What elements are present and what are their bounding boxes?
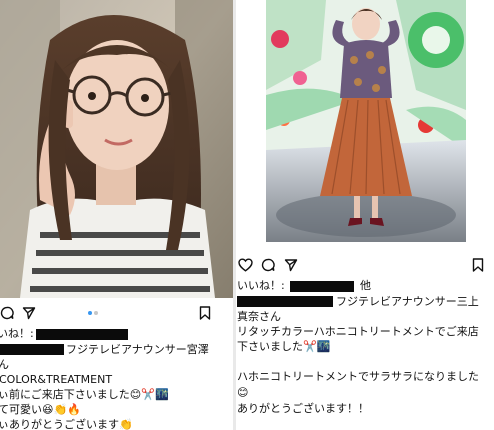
bookmark-icon[interactable] bbox=[199, 306, 211, 320]
redaction-bar bbox=[0, 344, 64, 355]
caption-line: て可愛い😆👏🔥 bbox=[0, 403, 81, 416]
heart-icon[interactable] bbox=[238, 258, 253, 272]
caption-line: ぃ前にご来店下さいました😊✂️🌃 bbox=[0, 388, 169, 401]
caption-line: リタッチカラーハホニコトリートメントでご来店 bbox=[237, 325, 479, 338]
left-post-photo[interactable] bbox=[0, 0, 233, 298]
likes-label: いいね！: bbox=[237, 279, 285, 292]
right-instagram-post: いいね！: 他 フジテレビアナウンサー三上 真奈さん リタッチカラーハホニコトリ… bbox=[236, 0, 494, 430]
redaction-bar bbox=[237, 296, 333, 307]
caption-line: フジテレビアナウンサー宮澤 bbox=[66, 343, 209, 356]
caption-line: 下さいました✂️🌃 bbox=[237, 340, 331, 353]
carousel-dot-active bbox=[88, 311, 92, 315]
caption-line: ありがとうございます！！ bbox=[237, 402, 369, 415]
share-icon[interactable] bbox=[22, 306, 36, 320]
caption-line: フジテレビアナウンサー三上 bbox=[336, 295, 479, 308]
comment-icon[interactable] bbox=[0, 306, 14, 320]
carousel-dot bbox=[94, 311, 98, 315]
share-icon[interactable] bbox=[284, 258, 298, 272]
caption-line: 真奈さん bbox=[237, 310, 281, 323]
redaction-bar bbox=[36, 329, 128, 340]
caption-line: ん bbox=[0, 358, 9, 371]
bookmark-icon[interactable] bbox=[472, 258, 484, 272]
caption-line: 😊 bbox=[237, 386, 249, 399]
likes-others-label: 他 bbox=[360, 279, 371, 292]
comment-icon[interactable] bbox=[261, 258, 275, 272]
left-instagram-post: いね！: フジテレビアナウンサー宮澤 ん COLOR&TREATMENT ぃ前に… bbox=[0, 0, 233, 430]
likes-label: いね！: bbox=[0, 327, 34, 340]
right-post-photo[interactable] bbox=[266, 0, 466, 242]
caption-line: COLOR&TREATMENT bbox=[0, 373, 113, 386]
caption-line: ハホニコトリートメントでサラサラになりました bbox=[237, 370, 479, 383]
redaction-bar bbox=[290, 281, 354, 292]
caption-line: ぃありがとうございます👏 bbox=[0, 418, 133, 430]
